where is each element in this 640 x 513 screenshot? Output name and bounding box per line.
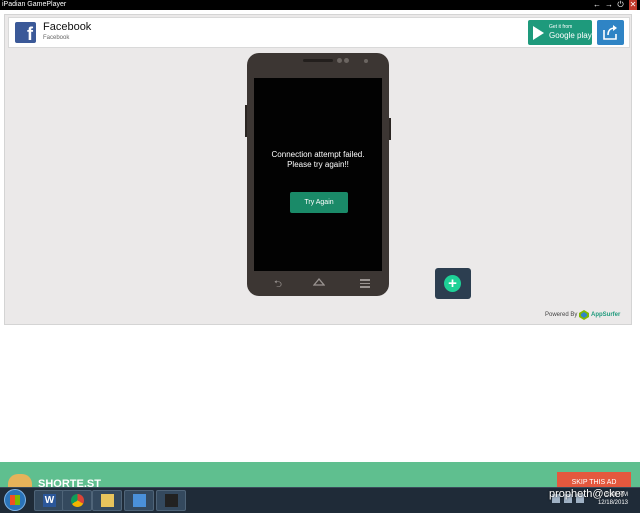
facebook-logo-icon: f: [15, 22, 36, 43]
taskbar: W 5:38 PM 12/18/2013: [0, 487, 640, 513]
powered-by: Powered By: [545, 312, 577, 318]
taskbar-ipadian[interactable]: [156, 490, 186, 511]
clock-date: 12/18/2013: [597, 500, 628, 506]
ipadian-icon: [165, 494, 178, 507]
forward-arrow-icon[interactable]: →: [605, 0, 613, 10]
appsurfer-brand-text: AppSurfer: [591, 312, 621, 318]
plus-icon: +: [444, 275, 461, 292]
back-icon[interactable]: ⮌: [274, 277, 282, 294]
error-message: Connection attempt failed. Please try ag…: [254, 150, 382, 170]
phone-sensor: [337, 58, 342, 63]
taskbar-explorer[interactable]: [92, 490, 122, 511]
chrome-icon: [71, 494, 84, 507]
google-play-line2: Google play: [549, 31, 592, 40]
try-again-button[interactable]: Try Again: [290, 192, 348, 213]
app-name: Facebook: [43, 21, 92, 33]
app-subtitle: Facebook: [43, 35, 70, 41]
google-play-icon: [533, 26, 544, 40]
start-button[interactable]: [4, 489, 26, 511]
google-play-button[interactable]: Get it from Google play: [528, 20, 592, 45]
share-icon: [603, 25, 617, 40]
taskbar-app[interactable]: [124, 490, 154, 511]
error-message-line1: Connection attempt failed.: [271, 150, 365, 159]
app-icon: [133, 494, 146, 507]
back-arrow-icon[interactable]: ←: [593, 0, 601, 10]
phone-screen: Connection attempt failed. Please try ag…: [254, 78, 382, 271]
windows-logo-icon: [10, 495, 20, 505]
app-header: f Facebook Facebook Get it from Google p…: [8, 17, 630, 48]
power-icon[interactable]: ⏻: [617, 0, 624, 10]
taskbar-chrome[interactable]: [62, 490, 92, 511]
powered-by-label: Powered By: [545, 312, 578, 318]
phone-sensor: [344, 58, 349, 63]
appsurfer-logo-icon: [579, 310, 589, 320]
share-button[interactable]: [597, 20, 624, 45]
error-message-line2: Please try again!!: [287, 160, 349, 169]
folder-icon: [101, 494, 114, 507]
word-icon: W: [43, 494, 56, 507]
watermark: propheth@cker: [549, 488, 625, 500]
window-controls: ← → ⏻ ✕: [593, 0, 637, 10]
appsurfer-brand: AppSurfer: [591, 312, 620, 318]
window-titlebar: iPadian GamePlayer ← → ⏻ ✕: [0, 0, 640, 10]
close-icon[interactable]: ✕: [629, 0, 637, 10]
phone-nav-bar: ⮌: [254, 273, 382, 291]
phone-frame: Connection attempt failed. Please try ag…: [247, 53, 389, 296]
phone-camera: [364, 59, 368, 63]
add-button[interactable]: +: [435, 268, 471, 299]
google-play-line1: Get it from: [549, 24, 573, 30]
taskbar-word[interactable]: W: [34, 490, 64, 511]
window-title: iPadian GamePlayer: [2, 1, 67, 8]
phone-speaker: [303, 59, 333, 62]
menu-icon[interactable]: [360, 279, 370, 288]
